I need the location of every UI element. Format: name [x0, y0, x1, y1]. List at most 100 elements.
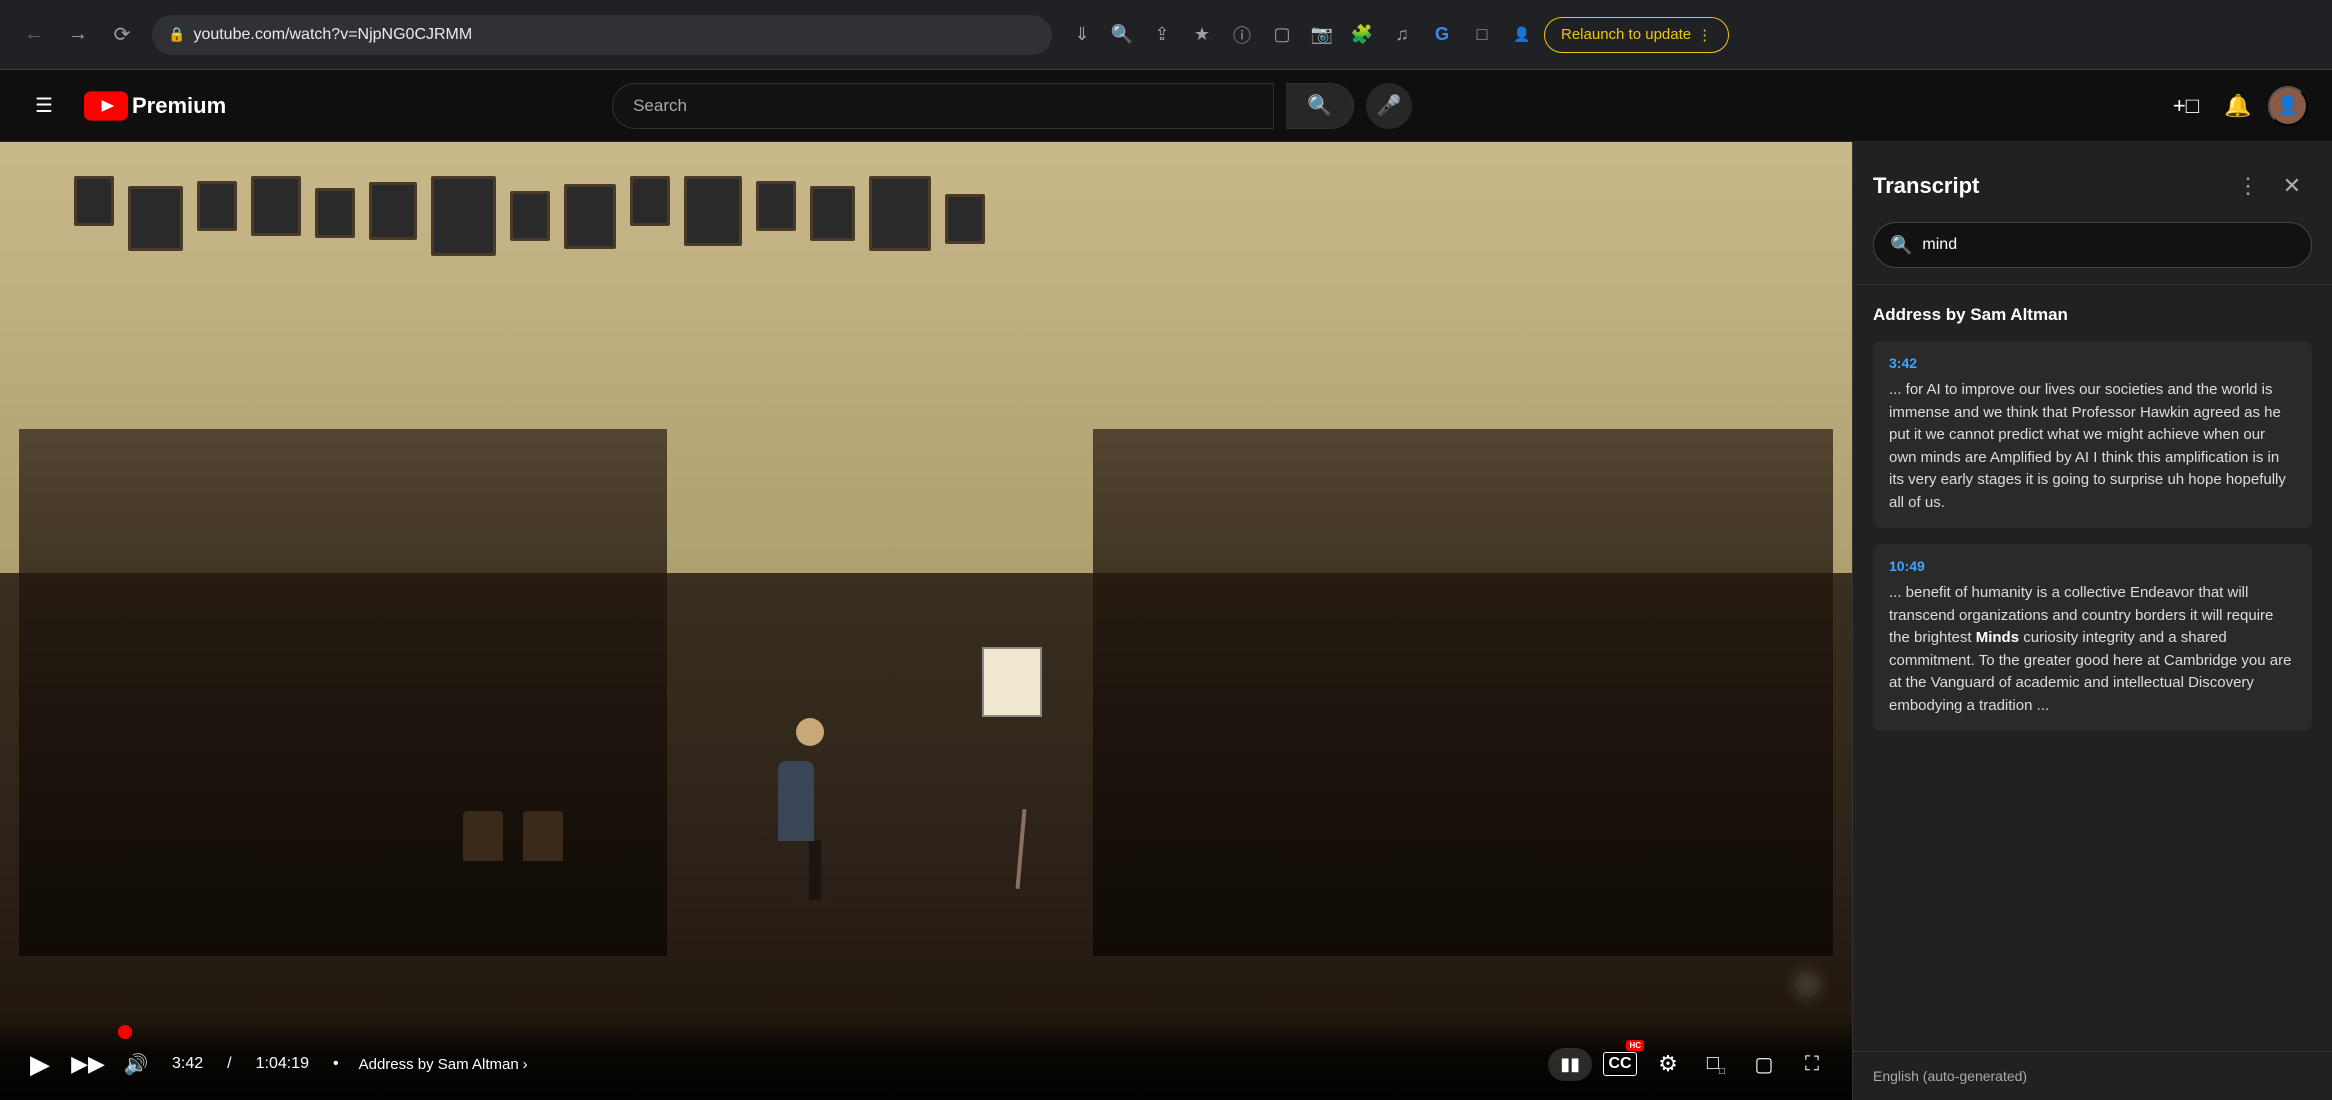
frame-4 [251, 176, 301, 236]
next-button[interactable]: ▶▶ [68, 1044, 108, 1084]
timestamp-2[interactable]: 10:49 [1889, 558, 2296, 574]
share-icon[interactable]: ⇪ [1144, 17, 1180, 53]
speaker-body [778, 761, 814, 841]
puzzle-icon[interactable]: 🧩 [1344, 17, 1380, 53]
info-icon[interactable]: ⓘ [1224, 17, 1260, 53]
volume-icon: 🔊 [124, 1052, 149, 1077]
relaunch-button[interactable]: Relaunch to update ⋮ [1544, 17, 1729, 53]
video-frame [0, 142, 1852, 1100]
theater-button[interactable]: ▢ [1744, 1044, 1784, 1084]
play-button[interactable]: ▶ [20, 1044, 60, 1084]
video-controls: ▶ ▶▶ 🔊 3:42 / 1:04:19 • Address [0, 1020, 1852, 1100]
mute-button[interactable]: 🔊 [116, 1044, 156, 1084]
theater-icon: ▢ [1755, 1052, 1774, 1077]
frame-12 [756, 181, 796, 231]
audience-left [19, 429, 667, 956]
transcript-more-button[interactable]: ⋮ [2228, 166, 2268, 206]
main-content: ▶ ▶▶ 🔊 3:42 / 1:04:19 • Address [0, 142, 2332, 1100]
frame-2 [128, 186, 183, 251]
hc-badge: HC [1626, 1040, 1644, 1051]
stage-chairs [463, 811, 563, 861]
transcript-search-input[interactable] [1922, 236, 2295, 254]
relaunch-chevron-icon: ⋮ [1697, 26, 1712, 44]
transcript-header-actions: ⋮ ✕ [2228, 166, 2312, 206]
profile-avatar[interactable]: 👤 [1504, 17, 1540, 53]
microphone-icon: 🎤 [1377, 93, 1402, 118]
cc-button[interactable]: CC HC [1600, 1044, 1640, 1084]
avatar-image: 👤 [2277, 95, 2299, 116]
play-icon: ▶ [30, 1049, 50, 1080]
relaunch-label: Relaunch to update [1561, 26, 1691, 43]
chair-2 [523, 811, 563, 861]
google-icon[interactable]: G [1424, 17, 1460, 53]
youtube-app: ☰ Premium 🔍 🎤 +□ 🔔 [0, 70, 2332, 1100]
hamburger-icon: ☰ [35, 93, 53, 118]
sidebar-toggle-icon[interactable]: □ [1464, 17, 1500, 53]
browser-chrome: ← → ⟳ 🔒 youtube.com/watch?v=NjpNG0CJRMM … [0, 0, 2332, 70]
transcript-footer: English (auto-generated) [1853, 1051, 2332, 1100]
voice-search-button[interactable]: 🎤 [1366, 83, 1412, 129]
close-icon: ✕ [2283, 173, 2301, 199]
menu-button[interactable]: ☰ [24, 86, 64, 126]
frame-8 [510, 191, 550, 241]
miniplayer-icon: □□ [1707, 1052, 1725, 1077]
next-icon: ▶▶ [71, 1051, 105, 1077]
timestamp-1[interactable]: 3:42 [1889, 355, 2296, 371]
fullscreen-icon: ⛶ [1805, 1053, 1819, 1076]
forward-button[interactable]: → [60, 17, 96, 53]
lock-icon: 🔒 [168, 26, 185, 43]
browser-nav: ← → ⟳ [16, 17, 140, 53]
wall-frames [74, 176, 1778, 256]
tab-icon[interactable]: ▢ [1264, 17, 1300, 53]
camera-icon[interactable]: 📷 [1304, 17, 1340, 53]
watermark-logo [1787, 971, 1827, 999]
frame-6 [369, 182, 417, 240]
chair-1 [463, 811, 503, 861]
frame-9 [564, 184, 616, 249]
media-icon[interactable]: ♫ [1384, 17, 1420, 53]
speaker-area [795, 840, 835, 908]
user-avatar[interactable]: 👤 [2268, 86, 2308, 126]
download-icon[interactable]: ⇓ [1064, 17, 1100, 53]
transcript-close-button[interactable]: ✕ [2272, 166, 2312, 206]
transcript-segment-1[interactable]: 3:42 ... for AI to improve our lives our… [1873, 341, 2312, 528]
youtube-logo[interactable]: Premium [84, 91, 226, 121]
highlight-minds: Minds [1976, 629, 2019, 646]
frame-3 [197, 181, 237, 231]
pause-toggle[interactable]: ▮▮ [1548, 1048, 1592, 1081]
search-input[interactable] [633, 96, 1253, 116]
audience-right [1093, 429, 1834, 956]
bell-icon: 🔔 [2224, 93, 2251, 119]
bookmark-icon[interactable]: ★ [1184, 17, 1220, 53]
zoom-icon[interactable]: 🔍 [1104, 17, 1140, 53]
pause-icon: ▮▮ [1560, 1054, 1580, 1075]
fullscreen-button[interactable]: ⛶ [1792, 1044, 1832, 1084]
frame-1 [74, 176, 114, 226]
transcript-search-bar[interactable]: 🔍 [1873, 222, 2312, 268]
create-button[interactable]: +□ [2164, 84, 2208, 128]
transcript-header: Transcript ⋮ ✕ 🔍 [1853, 142, 2332, 285]
create-icon: +□ [2173, 93, 2199, 119]
transcript-language: English (auto-generated) [1873, 1068, 2027, 1084]
gear-icon: ⚙ [1658, 1051, 1678, 1077]
transcript-title: Transcript [1873, 173, 1979, 199]
address-bar[interactable]: 🔒 youtube.com/watch?v=NjpNG0CJRMM [152, 15, 1052, 55]
back-button[interactable]: ← [16, 17, 52, 53]
transcript-search-icon: 🔍 [1890, 235, 1912, 256]
reload-button[interactable]: ⟳ [104, 17, 140, 53]
chevron-right-icon: › [523, 1056, 528, 1073]
transcript-panel: Transcript ⋮ ✕ 🔍 Address b [1852, 142, 2332, 1100]
search-button[interactable]: 🔍 [1286, 83, 1354, 129]
video-title-control[interactable]: Address by Sam Altman › [359, 1056, 528, 1073]
podium-top [795, 900, 835, 908]
frame-5 [315, 188, 355, 238]
transcript-segment-2[interactable]: 10:49 ... benefit of humanity is a colle… [1873, 544, 2312, 731]
settings-button[interactable]: ⚙ [1648, 1044, 1688, 1084]
url-text: youtube.com/watch?v=NjpNG0CJRMM [193, 26, 1036, 44]
sign-board [982, 647, 1042, 717]
video-player[interactable]: ▶ ▶▶ 🔊 3:42 / 1:04:19 • Address [0, 142, 1852, 1100]
miniplayer-button[interactable]: □□ [1696, 1044, 1736, 1084]
notifications-button[interactable]: 🔔 [2216, 84, 2260, 128]
search-bar[interactable] [612, 83, 1274, 129]
cc-icon: CC [1603, 1052, 1636, 1076]
